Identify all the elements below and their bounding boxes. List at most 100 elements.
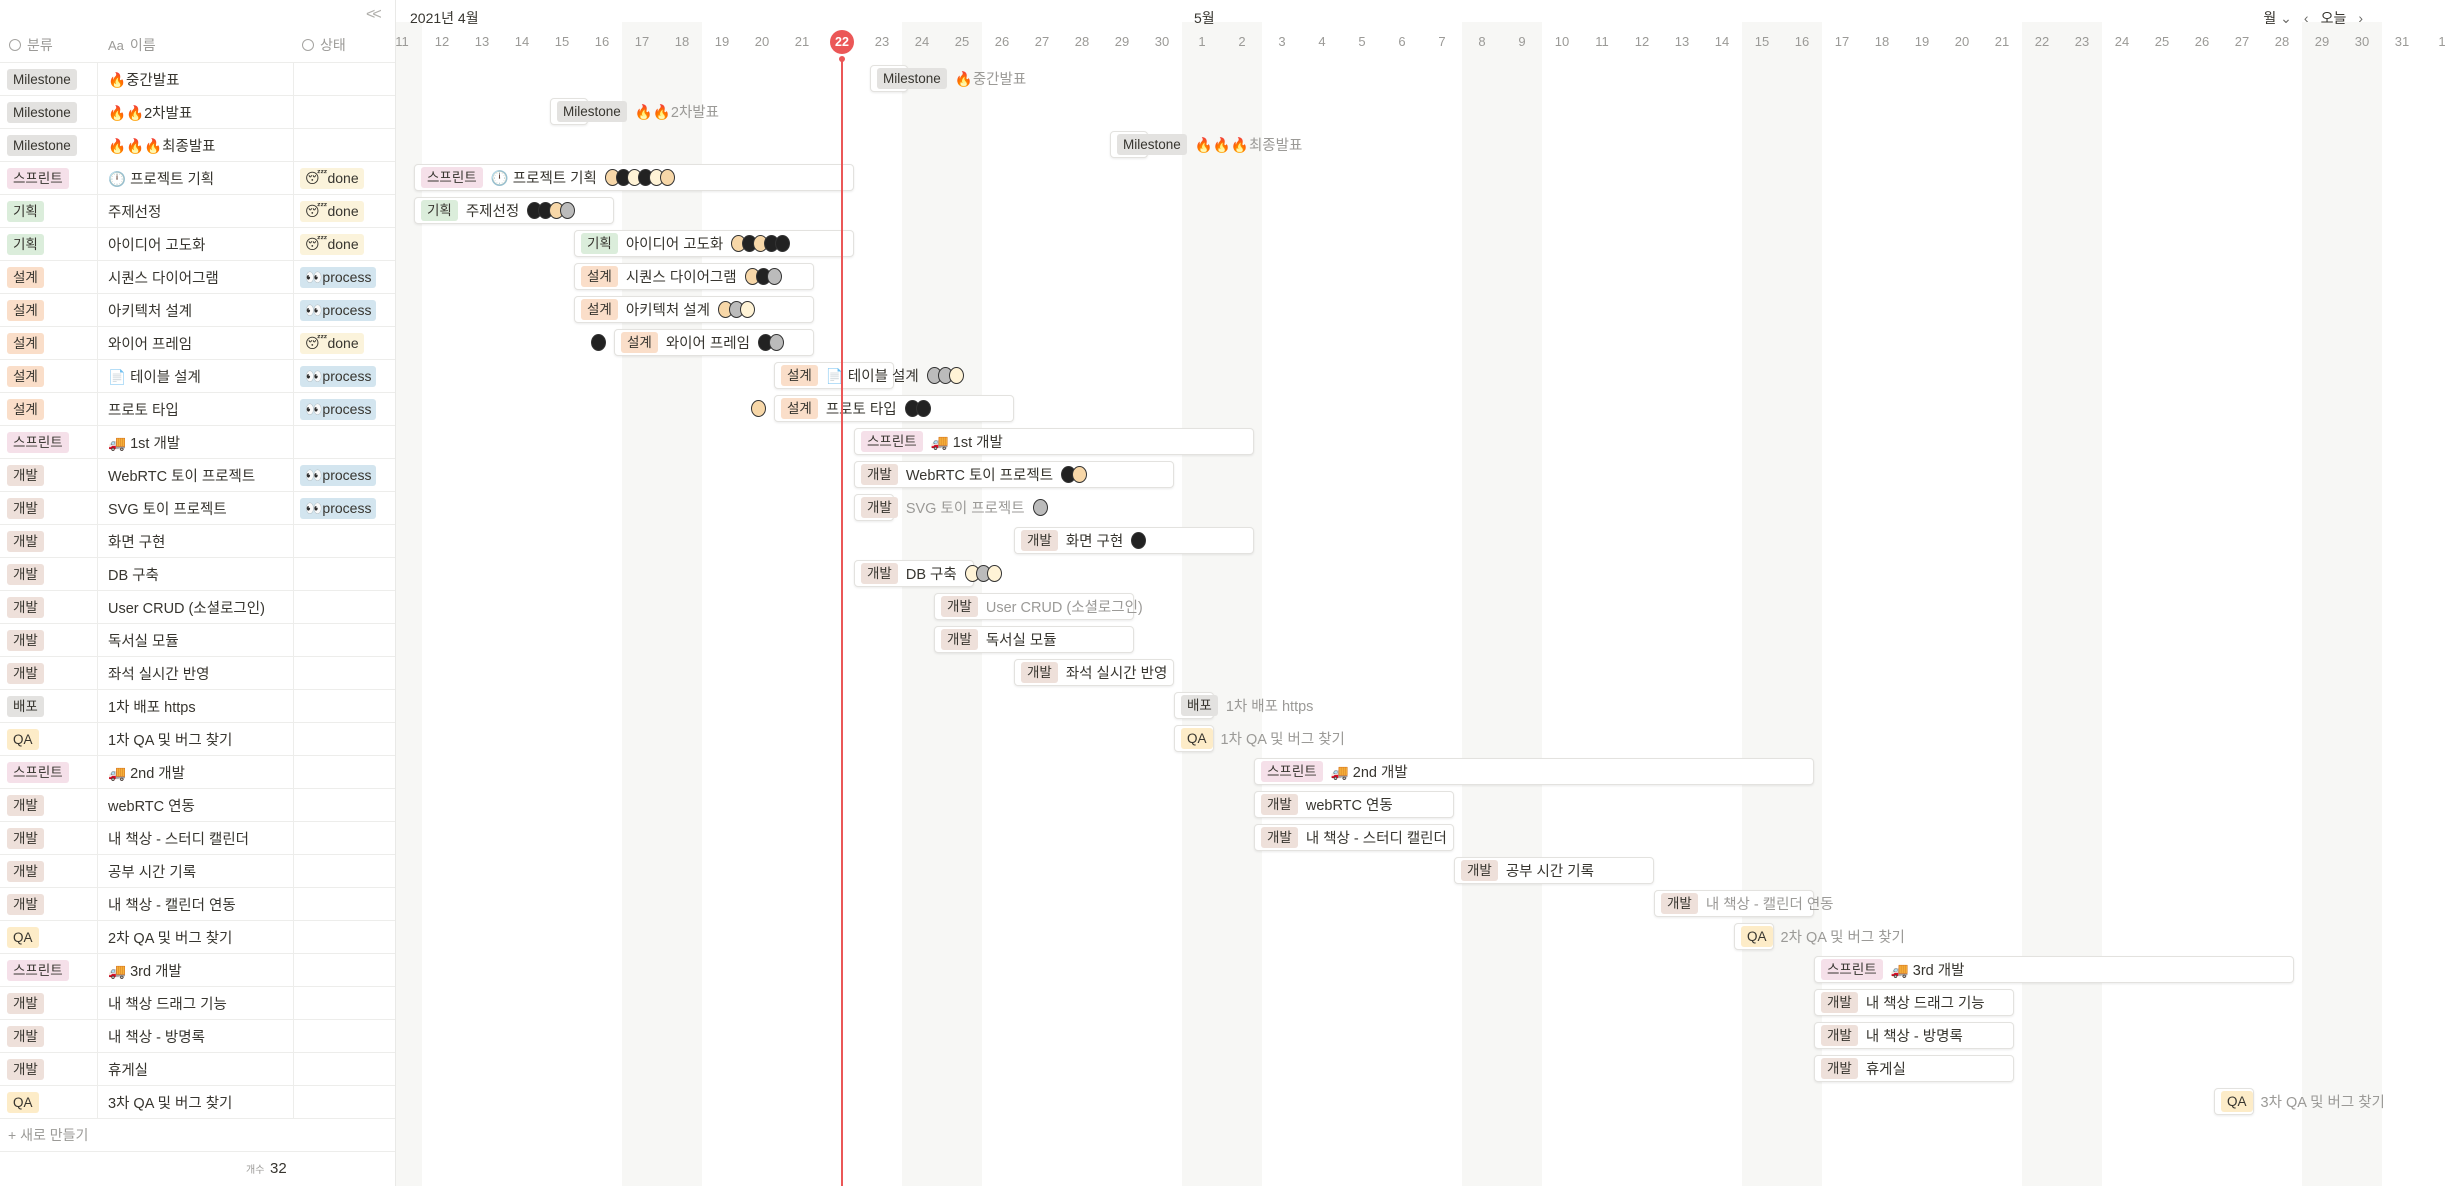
timeline-bar[interactable]: 개발 내 책상 - 스터디 캘린더 [1254,824,1454,851]
status-cell[interactable] [294,96,395,128]
table-row[interactable]: 개발 내 책상 - 캘린더 연동 [0,887,395,920]
category-cell[interactable]: 스프린트 [0,954,98,986]
name-cell[interactable]: 주제선정 [98,195,294,227]
status-cell[interactable] [294,921,395,953]
status-cell[interactable] [294,657,395,689]
name-cell[interactable]: 🚚 2nd 개발 [98,756,294,788]
collapse-sidebar-icon[interactable]: << [366,6,382,24]
timeline-bar[interactable]: 개발 DB 구축 [854,560,1002,587]
table-row[interactable]: 설계 📄 테이블 설계 👀process [0,359,395,392]
category-cell[interactable]: 개발 [0,525,98,557]
name-cell[interactable]: 좌석 실시간 반영 [98,657,294,689]
timeline-bar[interactable]: 기획 주제선정 [414,197,614,224]
name-cell[interactable]: 2차 QA 및 버그 찾기 [98,921,294,953]
status-cell[interactable]: 😴done [294,195,395,227]
table-row[interactable]: 개발 내 책상 - 스터디 캘린더 [0,821,395,854]
name-cell[interactable]: DB 구축 [98,558,294,590]
col-header-name[interactable]: Aa 이름 [108,33,156,57]
status-cell[interactable]: 👀process [294,294,395,326]
timeline-bar[interactable]: 기획 아이디어 고도화 [574,230,854,257]
timeline-bar[interactable]: 개발 내 책상 - 방명록 [1814,1022,2014,1049]
timeline-bar[interactable]: QA 1차 QA 및 버그 찾기 [1174,725,1345,752]
status-cell[interactable] [294,723,395,755]
timeline-bar[interactable]: 스프린트 🕛 프로젝트 기획 [414,164,854,191]
name-cell[interactable]: SVG 토이 프로젝트 [98,492,294,524]
status-cell[interactable]: 😴done [294,327,395,359]
status-cell[interactable] [294,756,395,788]
category-cell[interactable]: Milestone [0,129,98,161]
table-row[interactable]: QA 1차 QA 및 버그 찾기 [0,722,395,755]
status-cell[interactable] [294,558,395,590]
table-row[interactable]: 설계 아키텍처 설계 👀process [0,293,395,326]
timeline-bar[interactable]: 개발 User CRUD (소셜로그인) [934,593,1143,620]
category-cell[interactable]: 기획 [0,228,98,260]
status-cell[interactable] [294,591,395,623]
name-cell[interactable]: 🕛 프로젝트 기획 [98,162,294,194]
status-cell[interactable] [294,789,395,821]
table-row[interactable]: 개발 좌석 실시간 반영 [0,656,395,689]
timeline-bar[interactable]: 개발 webRTC 연동 [1254,791,1454,818]
timeline-bar[interactable]: 스프린트 🚚 1st 개발 [854,428,1254,455]
name-cell[interactable]: 🔥🔥🔥최종발표 [98,129,294,161]
category-cell[interactable]: 개발 [0,1053,98,1085]
status-cell[interactable]: 👀process [294,261,395,293]
status-cell[interactable]: 👀process [294,459,395,491]
timeline-bar[interactable]: 개발 휴게실 [1814,1055,2014,1082]
timeline-bar[interactable]: 스프린트 🚚 3rd 개발 [1814,956,2294,983]
new-row-button[interactable]: + 새로 만들기 [0,1118,395,1151]
category-cell[interactable]: 개발 [0,888,98,920]
timeline-bar[interactable]: 개발 좌석 실시간 반영 [1014,659,1174,686]
category-cell[interactable]: 개발 [0,657,98,689]
category-cell[interactable]: 스프린트 [0,162,98,194]
name-cell[interactable]: 내 책상 - 캘린더 연동 [98,888,294,920]
status-cell[interactable] [294,129,395,161]
category-cell[interactable]: 스프린트 [0,426,98,458]
table-row[interactable]: 개발 화면 구현 [0,524,395,557]
category-cell[interactable]: 설계 [0,294,98,326]
table-row[interactable]: 개발 webRTC 연동 [0,788,395,821]
status-cell[interactable] [294,624,395,656]
timeline-bar[interactable]: 개발 SVG 토이 프로젝트 [854,494,1048,521]
table-row[interactable]: 배포 1차 배포 https [0,689,395,722]
category-cell[interactable]: 설계 [0,261,98,293]
name-cell[interactable]: 시퀀스 다이어그램 [98,261,294,293]
timeline-bar[interactable]: 개발 화면 구현 [1014,527,1254,554]
name-cell[interactable]: 🚚 3rd 개발 [98,954,294,986]
table-row[interactable]: Milestone 🔥중간발표 [0,62,395,95]
category-cell[interactable]: 개발 [0,492,98,524]
table-row[interactable]: 스프린트 🚚 2nd 개발 [0,755,395,788]
status-cell[interactable] [294,426,395,458]
category-cell[interactable]: 설계 [0,393,98,425]
category-cell[interactable]: 개발 [0,459,98,491]
status-cell[interactable] [294,1086,395,1118]
name-cell[interactable]: 아키텍처 설계 [98,294,294,326]
next-icon[interactable]: › [2358,10,2363,26]
table-row[interactable]: 개발 내 책상 - 방명록 [0,1019,395,1052]
table-row[interactable]: 개발 독서실 모듈 [0,623,395,656]
table-row[interactable]: 스프린트 🚚 1st 개발 [0,425,395,458]
name-cell[interactable]: User CRUD (소셜로그인) [98,591,294,623]
category-cell[interactable]: QA [0,723,98,755]
name-cell[interactable]: 1차 QA 및 버그 찾기 [98,723,294,755]
table-row[interactable]: 설계 시퀀스 다이어그램 👀process [0,260,395,293]
today-button[interactable]: 오늘 [2321,8,2347,28]
name-cell[interactable]: 내 책상 - 방명록 [98,1020,294,1052]
category-cell[interactable]: 개발 [0,789,98,821]
table-row[interactable]: 기획 주제선정 😴done [0,194,395,227]
timeline-bar[interactable]: 배포 1차 배포 https [1174,692,1313,719]
status-cell[interactable] [294,822,395,854]
status-cell[interactable]: 👀process [294,393,395,425]
table-row[interactable]: 개발 DB 구축 [0,557,395,590]
category-cell[interactable]: 기획 [0,195,98,227]
timeline-bar[interactable]: 개발 내 책상 드래그 기능 [1814,989,2014,1016]
table-row[interactable]: 스프린트 🕛 프로젝트 기획 😴done [0,161,395,194]
name-cell[interactable]: 내 책상 드래그 기능 [98,987,294,1019]
status-cell[interactable] [294,1020,395,1052]
category-cell[interactable]: 배포 [0,690,98,722]
name-cell[interactable]: webRTC 연동 [98,789,294,821]
table-row[interactable]: 개발 내 책상 드래그 기능 [0,986,395,1019]
col-header-category[interactable]: 분류 [9,33,53,57]
table-row[interactable]: 기획 아이디어 고도화 😴done [0,227,395,260]
table-row[interactable]: Milestone 🔥🔥2차발표 [0,95,395,128]
category-cell[interactable]: 개발 [0,558,98,590]
